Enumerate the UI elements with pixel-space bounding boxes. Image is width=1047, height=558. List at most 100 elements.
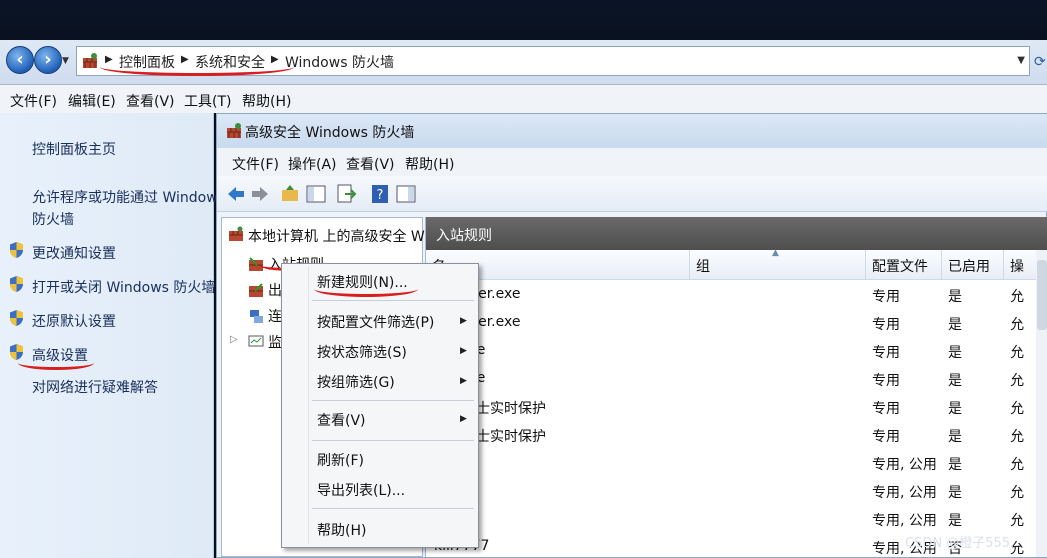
menu-item-view[interactable]: 查看(V) [317,410,366,430]
firewall-icon [229,226,243,241]
window-title: 高级安全 Windows 防火墙 [245,125,415,141]
cell-profile: 专用 [872,373,900,389]
menu-gutter [308,267,309,544]
menu-help[interactable]: 帮助(H) [242,91,291,111]
link-change-notifications[interactable]: 更改通知设置 [32,243,116,263]
submenu-arrow-icon: ▶ [460,376,467,386]
history-dropdown-icon[interactable]: ▼ [62,56,69,66]
menu-item-refresh[interactable]: 刷新(F) [317,450,364,470]
submenu-arrow-icon: ▶ [460,346,467,356]
address-dropdown-icon[interactable]: ▼ [1017,55,1025,66]
menu-file[interactable]: 文件(F) [10,91,57,111]
uac-shield-icon [10,310,23,326]
menu-item-filter-by-state[interactable]: 按状态筛选(S) [317,342,407,362]
table-row[interactable]: 安全卫士实时保护 专用是允 [426,393,1039,421]
menu-view[interactable]: 查看(V) [346,154,395,174]
forward-button[interactable]: › [34,46,62,74]
table-row[interactable]: 专用, 公用是 允 [426,449,1039,477]
uac-shield-icon [10,276,23,292]
table-row[interactable]: 6专用, 公用是允 [426,505,1039,533]
cell-action: 允 [1010,373,1024,389]
column-header-enabled[interactable]: 已启用 [942,250,1004,280]
link-control-panel-home[interactable]: 控制面板主页 [32,139,116,159]
link-allow-program-line2[interactable]: 防火墙 [32,209,74,229]
cell-enabled: 是 [948,373,962,389]
cell-enabled: 是 [948,401,962,417]
column-header-profile[interactable]: 配置文件 [866,250,942,280]
firewall-icon [83,53,97,68]
cell-action: 允 [1010,429,1024,445]
table-row[interactable]: 安全卫士实时保护 专用是允 [426,421,1039,449]
cell-enabled: 是 [948,289,962,305]
firewall-icon [227,123,241,138]
back-arrow-icon[interactable] [225,183,247,205]
link-turn-firewall-on-off[interactable]: 打开或关闭 Windows 防火墙 [32,277,215,297]
cell-action: 允 [1010,401,1024,417]
cell-profile: 专用 [872,401,900,417]
menu-item-help[interactable]: 帮助(H) [317,520,366,540]
desktop-top-strip [0,0,1047,40]
window-titlebar: 高级安全 Windows 防火墙 [217,114,1047,148]
tree-item-outbound-rules[interactable]: 出 [268,280,282,300]
pane-header-title: 入站规则 [436,228,492,244]
menu-file[interactable]: 文件(F) [232,154,279,174]
menu-view[interactable]: 查看(V) [126,91,175,111]
cell-enabled: 是 [948,345,962,361]
table-row[interactable]: eakFixer.exe专用是允 [426,309,1039,337]
export-list-icon[interactable] [335,183,357,205]
menubar: 文件(F) 编辑(E) 查看(V) 工具(T) 帮助(H) [0,85,1047,113]
tree-item-connection-security[interactable]: 连 [268,306,282,326]
forward-arrow-icon[interactable] [249,183,271,205]
cell-profile: 专用 [872,429,900,445]
menu-tools[interactable]: 工具(T) [184,91,231,111]
cell-enabled: 是 [948,513,962,529]
up-folder-icon[interactable] [279,183,301,205]
link-restore-defaults[interactable]: 还原默认设置 [32,311,116,331]
toolbar: ? [217,176,1047,212]
table-row[interactable]: 4专用, 公用是允 [426,477,1039,505]
table-row[interactable]: afe.exe专用是允 [426,337,1039,365]
sort-ascending-icon: ▲ [772,248,779,258]
column-header-group[interactable]: 组 ▲ [690,248,866,280]
red-annotation-new-rule [314,281,418,297]
cell-profile: 专用 [872,345,900,361]
back-button[interactable]: ‹ [6,46,34,74]
menu-item-export-list[interactable]: 导出列表(L)... [317,480,405,500]
svg-text:?: ? [377,188,384,203]
menu-separator [312,400,474,401]
connection-security-icon [250,310,263,323]
menu-help[interactable]: 帮助(H) [405,154,454,174]
cell-action: 允 [1010,513,1024,529]
menu-item-filter-by-group[interactable]: 按组筛选(G) [317,372,395,392]
refresh-icon[interactable]: ⟳ [1034,54,1046,70]
cell-action: 允 [1010,457,1024,473]
link-allow-program[interactable]: 允许程序或功能通过 Windows [32,187,225,207]
tree-item-monitoring[interactable]: 监 [268,332,282,352]
cell-profile: 专用, 公用 [872,513,937,529]
expand-arrow-icon[interactable]: ▷ [230,334,238,345]
cell-enabled: 是 [948,457,962,473]
column-label: 配置文件 [872,259,928,275]
table-row[interactable]: afe.exe专用是允 [426,365,1039,393]
cell-enabled: 是 [948,485,962,501]
help-icon[interactable]: ? [369,183,391,205]
cell-action: 允 [1010,345,1024,361]
cell-action: 允 [1010,317,1024,333]
table-row[interactable]: eakFixer.exe专用是允 [426,281,1039,309]
window-menubar: 文件(F) 操作(A) 查看(V) 帮助(H) [217,148,1047,176]
show-hide-tree-icon[interactable] [305,183,327,205]
menu-item-filter-by-profile[interactable]: 按配置文件筛选(P) [317,312,434,332]
show-action-pane-icon[interactable] [395,183,417,205]
link-troubleshoot-network[interactable]: 对网络进行疑难解答 [32,377,158,397]
watermark: CSDN @橙子555. [905,536,1015,551]
menu-action[interactable]: 操作(A) [288,154,337,174]
pane-header: 入站规则 [426,217,1047,250]
uac-shield-icon [10,242,23,258]
submenu-arrow-icon: ▶ [460,316,467,326]
menu-separator [312,300,474,301]
tree-root-local-computer[interactable]: 本地计算机 上的高级安全 Win [248,226,437,246]
column-label: 组 [696,259,710,275]
breadcrumb-windows-firewall[interactable]: Windows 防火墙 [285,52,394,72]
scrollbar-thumb[interactable] [1037,260,1047,330]
menu-edit[interactable]: 编辑(E) [68,91,116,111]
